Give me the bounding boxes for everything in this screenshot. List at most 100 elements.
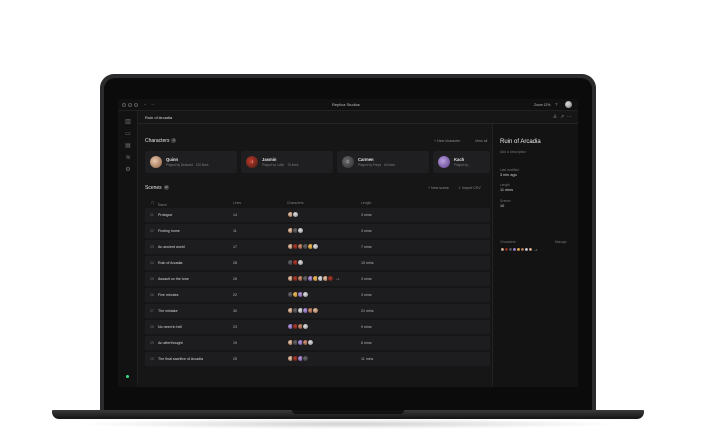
scenes-heading: Scenes 10 — [145, 185, 169, 191]
character-card[interactable]: J Jasmin Played by Lollin 76 lines — [241, 151, 333, 173]
minimize-window-button[interactable] — [128, 103, 132, 107]
table-row[interactable]: 06 Five minutes 22 3 mins — [145, 288, 490, 302]
laptop-notch — [292, 410, 404, 414]
scene-number: 02 — [150, 229, 154, 233]
avatar[interactable] — [312, 243, 319, 250]
character-voice: Played by Deckard — [166, 163, 193, 167]
help-icon[interactable]: ? — [555, 102, 558, 107]
app-title: Replica Studios — [332, 102, 360, 107]
scene-lines: 22 — [233, 293, 237, 297]
scene-lines: 23 — [233, 325, 237, 329]
manage-characters-link[interactable]: Manage — [555, 240, 567, 244]
scene-title: Prologue — [158, 213, 173, 217]
new-scene-button[interactable]: + New scene — [428, 186, 449, 190]
avatar[interactable] — [327, 275, 334, 282]
maximize-window-button[interactable] — [134, 103, 138, 107]
table-row[interactable]: 09 An afterthought 19 6 mins — [145, 336, 490, 350]
character-voice: Played by Freya — [358, 163, 382, 167]
avatar[interactable] — [302, 355, 309, 362]
import-csv-button[interactable]: ⇩ Import CSV — [458, 186, 481, 190]
column-characters[interactable]: Characters — [287, 201, 304, 205]
table-row[interactable]: 01 Prologue 14 3 mins — [145, 208, 490, 222]
details-panel: Ruin of Arcadia Add a description Last m… — [492, 124, 578, 387]
table-row[interactable]: 08 No need in hell 23 9 mins — [145, 320, 490, 334]
character-voice: Played by Lollin — [262, 163, 285, 167]
character-meta: Played by... — [454, 163, 473, 167]
folder-icon[interactable]: ▭ — [125, 131, 131, 137]
view-all-characters-link[interactable]: View all — [475, 139, 487, 143]
more-icon[interactable]: ⋯ — [567, 114, 572, 120]
new-character-button[interactable]: + New character — [434, 139, 460, 143]
scene-lines: 26 — [233, 277, 237, 281]
scene-number: 01 — [150, 213, 154, 217]
character-lines: 64 lines — [384, 163, 396, 167]
scene-title: Ruin of Arcadia — [158, 261, 183, 265]
avatar[interactable] — [297, 259, 304, 266]
zoom-level[interactable]: Zoom 12% — [534, 103, 550, 107]
scene-number: 04 — [150, 261, 154, 265]
length-value: 11 mins — [500, 188, 514, 192]
character-meta: Played by Lollin 76 lines — [262, 163, 298, 167]
avatar[interactable] — [312, 307, 319, 314]
character-lines: 120 lines — [195, 163, 209, 167]
table-row[interactable]: 02 Finding home 11 3 mins — [145, 224, 490, 238]
column-name[interactable]: Name ↓ — [158, 201, 167, 207]
table-row[interactable]: 05 Assault on the tune 26 3 mins +4 — [145, 272, 490, 286]
scene-lines: 28 — [233, 261, 237, 265]
character-name: Quinn — [166, 157, 179, 162]
scene-length: 3 mins — [361, 229, 372, 233]
close-window-button[interactable] — [122, 103, 126, 107]
back-arrow-icon[interactable]: ← — [143, 102, 148, 107]
panel-character-avatars: +4 — [500, 247, 570, 253]
user-icon[interactable]: ♙ — [553, 114, 557, 120]
breadcrumb-project[interactable]: Ruin of Arcadia — [145, 115, 172, 120]
settings-icon[interactable]: ⚙ — [125, 167, 131, 173]
left-rail: ▥ ▭ ▤ ≋ ⚙ — [118, 111, 138, 387]
avatar[interactable] — [297, 227, 304, 234]
forward-arrow-icon[interactable]: → — [150, 102, 155, 107]
column-lines[interactable]: Lines — [233, 201, 241, 205]
laptop-shadow — [70, 419, 626, 429]
scene-number: 07 — [150, 309, 154, 313]
scene-length: 7 mins — [361, 245, 372, 249]
scene-length: 21 mins — [361, 309, 374, 313]
character-card[interactable]: C Carmen Played by Freya 64 lines — [337, 151, 429, 173]
last-modified-value: 3 min ago — [500, 173, 517, 177]
avatar[interactable] — [302, 291, 309, 298]
avatar[interactable] — [292, 211, 299, 218]
share-icon[interactable]: ↗ — [560, 114, 564, 120]
table-row[interactable]: 03 An ancient world 17 7 mins — [145, 240, 490, 254]
character-name: Jasmin — [262, 157, 277, 162]
scenes-table-header: ☐ Name ↓ Lines Characters Length — [145, 199, 490, 207]
character-card[interactable]: Kach Played by... — [433, 151, 490, 173]
breadcrumb: Ruin of Arcadia ♙ ↗ ⋯ — [138, 111, 578, 124]
table-row[interactable]: 10 The final sacrifice of Arcadia 25 11 min… — [145, 352, 490, 366]
character-meta: Played by Freya 64 lines — [358, 163, 395, 167]
table-row[interactable]: 04 Ruin of Arcadia 28 15 mins — [145, 256, 490, 270]
scene-length: 3 mins — [361, 293, 372, 297]
avatar[interactable] — [528, 247, 533, 252]
avatar[interactable] — [307, 339, 314, 346]
character-card[interactable]: Quinn Played by Deckard 120 lines — [145, 151, 237, 173]
avatar — [438, 156, 450, 168]
scene-number: 06 — [150, 293, 154, 297]
character-name: Carmen — [358, 157, 374, 162]
scene-lines: 11 — [233, 229, 237, 233]
character-name: Kach — [454, 157, 465, 162]
scene-number: 08 — [150, 325, 154, 329]
table-row[interactable]: 07 The mistake 30 21 mins — [145, 304, 490, 318]
user-avatar[interactable] — [565, 101, 572, 108]
scene-number: 10 — [150, 357, 154, 361]
column-length[interactable]: Length — [361, 201, 371, 205]
scene-length: 9 mins — [361, 325, 372, 329]
character-meta: Played by Deckard 120 lines — [166, 163, 209, 167]
character-lines: 76 lines — [287, 163, 299, 167]
document-icon[interactable]: ▤ — [125, 143, 131, 149]
avatar[interactable] — [302, 323, 309, 330]
characters-label: Characters — [500, 240, 516, 244]
sidebar-toggle-icon[interactable]: ▥ — [125, 119, 131, 125]
waveform-icon[interactable]: ≋ — [125, 155, 131, 161]
panel-description-input[interactable]: Add a description — [500, 150, 526, 154]
character-voice: Played by... — [454, 163, 471, 167]
header-checkbox[interactable]: ☐ — [151, 201, 154, 205]
